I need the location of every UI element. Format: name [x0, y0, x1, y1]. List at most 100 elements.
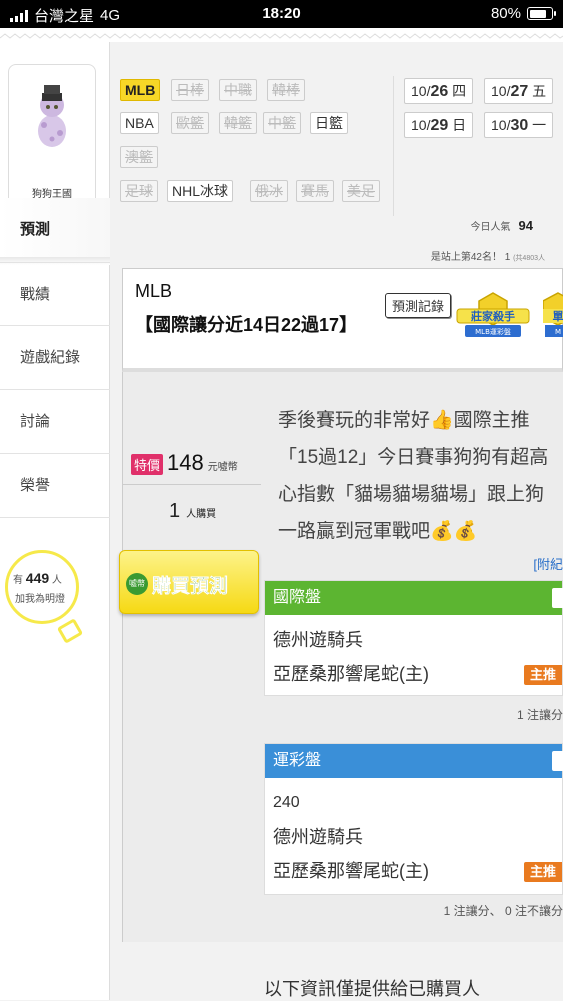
league-chip-npb[interactable]: 日棒	[171, 79, 209, 101]
rank-extra: 1	[505, 252, 511, 263]
league-chip-cpbl[interactable]: 中職	[219, 79, 257, 101]
description-line: 一路贏到冠軍戰吧💰💰	[278, 513, 563, 550]
league-chip-cn-bball[interactable]: 中籃	[263, 112, 301, 134]
zigzag-divider	[0, 28, 563, 42]
panel-header: 運彩盤	[265, 744, 562, 778]
status-bar: 台灣之星 4G 18:20 80%	[0, 0, 563, 28]
divider	[123, 484, 261, 485]
date-button[interactable]: 10/30 一	[484, 112, 553, 138]
panel-title: 運彩盤	[273, 752, 321, 769]
bookie-killer-badge-icon: 莊家殺手 MLB運彩盤	[453, 291, 533, 343]
attachment-link[interactable]: [附紀	[533, 554, 563, 573]
league-chip-nba[interactable]: NBA	[120, 112, 159, 134]
league-chip-nhl[interactable]: NHL冰球	[167, 180, 233, 202]
international-line-panel: 國際盤 德州遊騎兵 亞歷桑那響尾蛇(主) 主推	[264, 580, 563, 696]
panel-body: 德州遊騎兵 亞歷桑那響尾蛇(主) 主推	[265, 615, 562, 699]
panel-body: 240 德州遊騎兵 亞歷桑那響尾蛇(主) 主推	[265, 778, 562, 896]
popularity: 今日人氣94	[471, 218, 533, 233]
fans-cta: 加我為明燈	[15, 590, 65, 605]
rank-text: 是站上第42名！	[431, 252, 502, 263]
date-day: 30	[510, 117, 528, 134]
date-button[interactable]: 10/27 五	[484, 78, 553, 104]
fans-lightbulb[interactable]: 有 449 人 加我為明燈	[5, 550, 83, 640]
price-currency: 元噓幣	[208, 458, 238, 473]
team-home: 亞歷桑那響尾蛇(主)	[273, 854, 554, 888]
league-chip-kbo[interactable]: 韓棒	[267, 79, 305, 101]
panel-title: 國際盤	[273, 589, 321, 606]
battery-percent: 80%	[491, 5, 521, 22]
date-day: 26	[430, 83, 448, 100]
buy-prediction-button[interactable]: 噓幣 購買預測	[119, 550, 259, 614]
panel-footer: 1 注讓分、 0 注不讓分	[444, 902, 563, 919]
lottery-line-panel: 運彩盤 240 德州遊騎兵 亞歷桑那響尾蛇(主) 主推	[264, 743, 563, 895]
prediction-card: MLB 【國際讓分近14日22過17】 預測記錄 莊家殺手 MLB運彩盤 單 M	[122, 268, 563, 372]
badge2-title: 單	[553, 310, 563, 323]
panel-footer: 1 注讓分	[517, 706, 563, 723]
prediction-description: 季後賽玩的非常好👍國際主推 「15過12」今日賽事狗狗有超高 心指數「貓場貓場貓…	[278, 402, 563, 550]
badge2-sub: M	[555, 328, 561, 336]
sale-tag: 特價	[131, 454, 163, 475]
date-weekday: 四	[452, 83, 466, 99]
main-pick-tag: 主推	[524, 665, 562, 685]
date-weekday: 日	[452, 117, 466, 133]
main-pick-tag: 主推	[524, 862, 562, 882]
purchaser-note: 以下資訊僅提供給已購買人	[264, 975, 480, 1001]
league-chip-soccer[interactable]: 足球	[120, 180, 158, 202]
buy-button-label: 購買預測	[152, 571, 228, 598]
prediction-league: MLB	[135, 281, 172, 302]
date-weekday: 一	[532, 117, 546, 133]
sidebar-item-record[interactable]: 戰績	[0, 262, 110, 326]
price-amount: 148	[167, 450, 204, 476]
buyer-unit: 人購買	[186, 509, 216, 520]
league-chip-mlb[interactable]: MLB	[120, 79, 160, 101]
panel-toggle[interactable]	[552, 751, 563, 771]
team-away: 德州遊騎兵	[273, 820, 554, 854]
panel-header: 國際盤	[265, 581, 562, 615]
league-chip-euro-bball[interactable]: 歐籃	[171, 112, 209, 134]
fans-unit: 人	[52, 575, 62, 586]
price: 特價 148 元噓幣	[131, 450, 238, 476]
panel-toggle[interactable]	[552, 588, 563, 608]
date-day: 27	[510, 83, 528, 100]
sidebar-item-prediction[interactable]: 預測	[0, 198, 110, 262]
sidebar-item-discussion[interactable]: 討論	[0, 390, 110, 454]
league-chip-horse[interactable]: 賽馬	[296, 180, 334, 202]
badge-sub: MLB運彩盤	[475, 327, 511, 336]
avatar	[22, 73, 82, 151]
date-selector: 10/26 四 10/27 五 10/29 日 10/30 一	[393, 76, 563, 216]
prediction-title: 【國際讓分近14日22過17】	[135, 311, 375, 339]
team-home: 亞歷桑那響尾蛇(主)	[273, 657, 554, 691]
date-month: 10/	[491, 83, 510, 99]
league-chip-jp-bball[interactable]: 日籃	[310, 112, 348, 134]
date-month: 10/	[411, 83, 430, 99]
description-line: 心指數「貓場貓場貓場」跟上狗	[278, 476, 563, 513]
coin-icon: 噓幣	[126, 573, 148, 595]
buyer-number: 1	[169, 500, 180, 522]
buyer-count: 1 人購買	[169, 500, 216, 523]
date-month: 10/	[491, 117, 510, 133]
sidebar-item-honor[interactable]: 榮譽	[0, 454, 110, 518]
sidebar-item-game-log[interactable]: 遊戲紀錄	[0, 326, 110, 390]
date-button[interactable]: 10/29 日	[404, 112, 473, 138]
line-value: 240	[273, 786, 554, 820]
date-button[interactable]: 10/26 四	[404, 78, 473, 104]
description-line: 季後賽玩的非常好👍國際主推	[278, 402, 563, 439]
popularity-label: 今日人氣	[471, 222, 511, 233]
date-day: 29	[430, 117, 448, 134]
fans-prefix: 有	[13, 575, 23, 586]
team-away: 德州遊騎兵	[273, 623, 554, 657]
league-chip-au-bball[interactable]: 澳籃	[120, 146, 158, 168]
fans-count: 有 449 人	[13, 570, 62, 586]
lightbulb-base	[57, 618, 83, 644]
lightbulb-icon	[5, 550, 79, 624]
rank-total: (共4803人	[513, 255, 545, 262]
single-badge-icon: 單 M	[543, 291, 563, 343]
league-chip-nfl[interactable]: 美足	[342, 180, 380, 202]
description-line: 「15過12」今日賽事狗狗有超高	[278, 439, 563, 476]
site-rank: 是站上第42名！ 1 (共4803人	[431, 248, 545, 263]
league-chip-khl[interactable]: 俄冰	[250, 180, 288, 202]
date-weekday: 五	[532, 83, 546, 99]
date-month: 10/	[411, 117, 430, 133]
prediction-record-button[interactable]: 預測記錄	[385, 293, 451, 318]
league-chip-kor-bball[interactable]: 韓籃	[219, 112, 257, 134]
